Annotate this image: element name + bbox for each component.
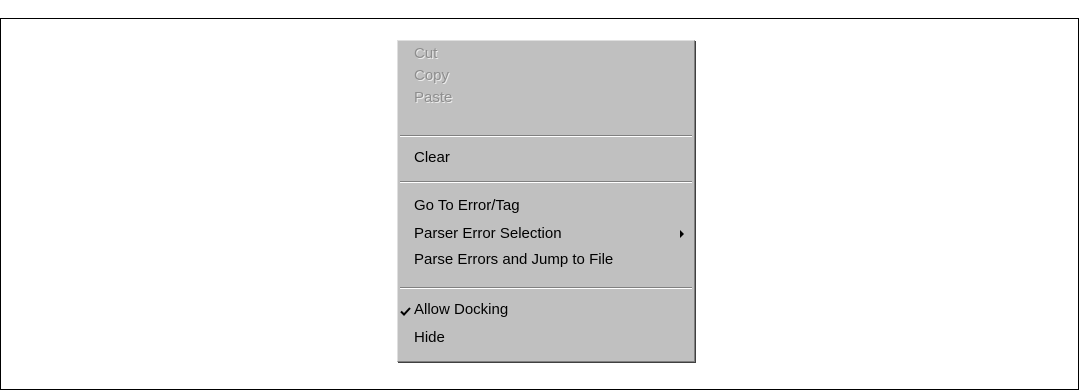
checkmark-icon	[400, 307, 411, 316]
menu-item-clear[interactable]: Clear	[398, 147, 694, 169]
menu-item-parser-error-selection-label: Parser Error Selection	[414, 225, 562, 242]
menu-item-parser-error-selection[interactable]: Parser Error Selection	[398, 223, 694, 245]
menu-item-paste: Paste	[398, 87, 694, 109]
submenu-arrow-icon	[680, 230, 684, 238]
menu-separator	[400, 287, 692, 289]
caption-fragment	[0, 0, 1082, 18]
menu-item-cut-label: Cut	[414, 45, 438, 62]
menu-item-go-to-error-tag[interactable]: Go To Error/Tag	[398, 195, 694, 217]
menu-item-cut: Cut	[398, 43, 694, 65]
context-menu: Cut Copy Paste Clear Go To Error/Tag Par…	[397, 40, 695, 362]
menu-item-clear-label: Clear	[414, 149, 450, 166]
menu-item-allow-docking[interactable]: Allow Docking	[398, 299, 694, 321]
menu-separator	[400, 135, 692, 137]
menu-item-parse-errors-and-jump-to-file-label: Parse Errors and Jump to File	[414, 251, 614, 268]
menu-item-copy-label: Copy	[414, 67, 450, 84]
menu-item-allow-docking-label: Allow Docking	[414, 301, 509, 318]
menu-item-hide-label: Hide	[414, 329, 445, 346]
menu-item-paste-label: Paste	[414, 89, 453, 106]
menu-item-parse-errors-and-jump-to-file[interactable]: Parse Errors and Jump to File	[398, 249, 694, 271]
menu-item-copy: Copy	[398, 65, 694, 87]
menu-item-hide[interactable]: Hide	[398, 327, 694, 349]
menu-item-go-to-error-tag-label: Go To Error/Tag	[414, 197, 520, 214]
menu-separator	[400, 181, 692, 183]
